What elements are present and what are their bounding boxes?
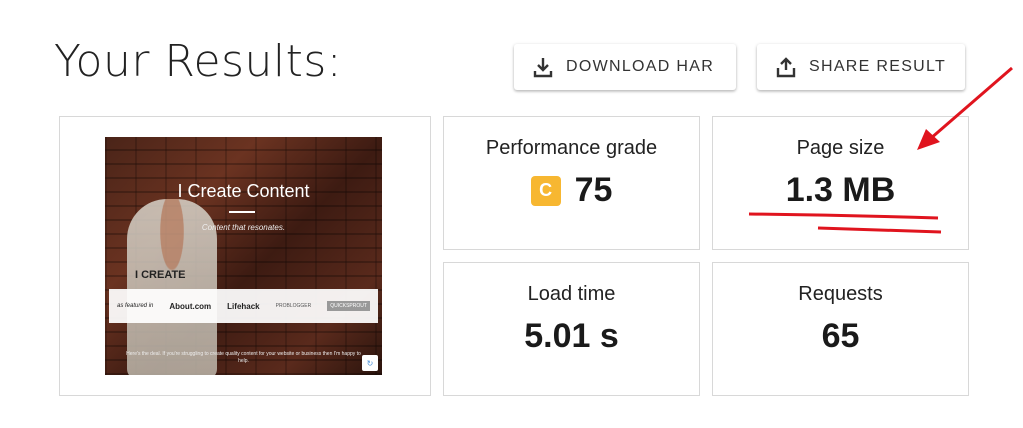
page-size-card: Page size 1.3 MB [712,116,969,250]
screenshot-body-text: Here's the deal. If you're struggling to… [126,351,361,364]
download-har-button[interactable]: DOWNLOAD HAR [514,44,736,90]
performance-grade-value: 75 [574,171,613,209]
logo-lifehack: Lifehack [227,301,260,311]
featured-label: as featured in [117,303,154,309]
requests-label: Requests [798,283,883,305]
recaptcha-icon: ↻ [362,355,378,371]
page-title: Your Results: [54,36,343,87]
performance-grade-card: Performance grade C 75 [443,116,700,250]
page-size-value: 1.3 MB [785,171,896,209]
page-screenshot-image: I Create Content Content that resonates.… [105,137,382,375]
share-result-label: SHARE RESULT [809,58,947,75]
requests-card: Requests 65 [712,262,969,396]
page-screenshot-card: I Create Content Content that resonates.… [59,116,431,396]
share-result-button[interactable]: SHARE RESULT [757,44,965,90]
screenshot-divider [229,211,255,213]
featured-in-strip: as featured in About.com Lifehack PROBLO… [109,289,378,323]
page-size-label: Page size [796,137,885,159]
download-icon [533,58,553,78]
performance-grade-label: Performance grade [485,137,658,159]
grade-badge: C [530,175,561,206]
load-time-label: Load time [527,283,616,305]
requests-value: 65 [821,317,860,355]
share-icon [776,57,796,78]
screenshot-subheadline: Content that resonates. [201,223,286,232]
logo-quicksprout: QUICKSPROUT [327,301,370,311]
load-time-value: 5.01 s [524,317,619,355]
screenshot-tee-text: I CREATE [135,269,186,281]
logo-problogger: PROBLOGGER [275,303,312,309]
download-har-label: DOWNLOAD HAR [566,58,715,75]
screenshot-headline: I Create Content [177,181,310,201]
load-time-card: Load time 5.01 s [443,262,700,396]
logo-about: About.com [169,301,212,311]
